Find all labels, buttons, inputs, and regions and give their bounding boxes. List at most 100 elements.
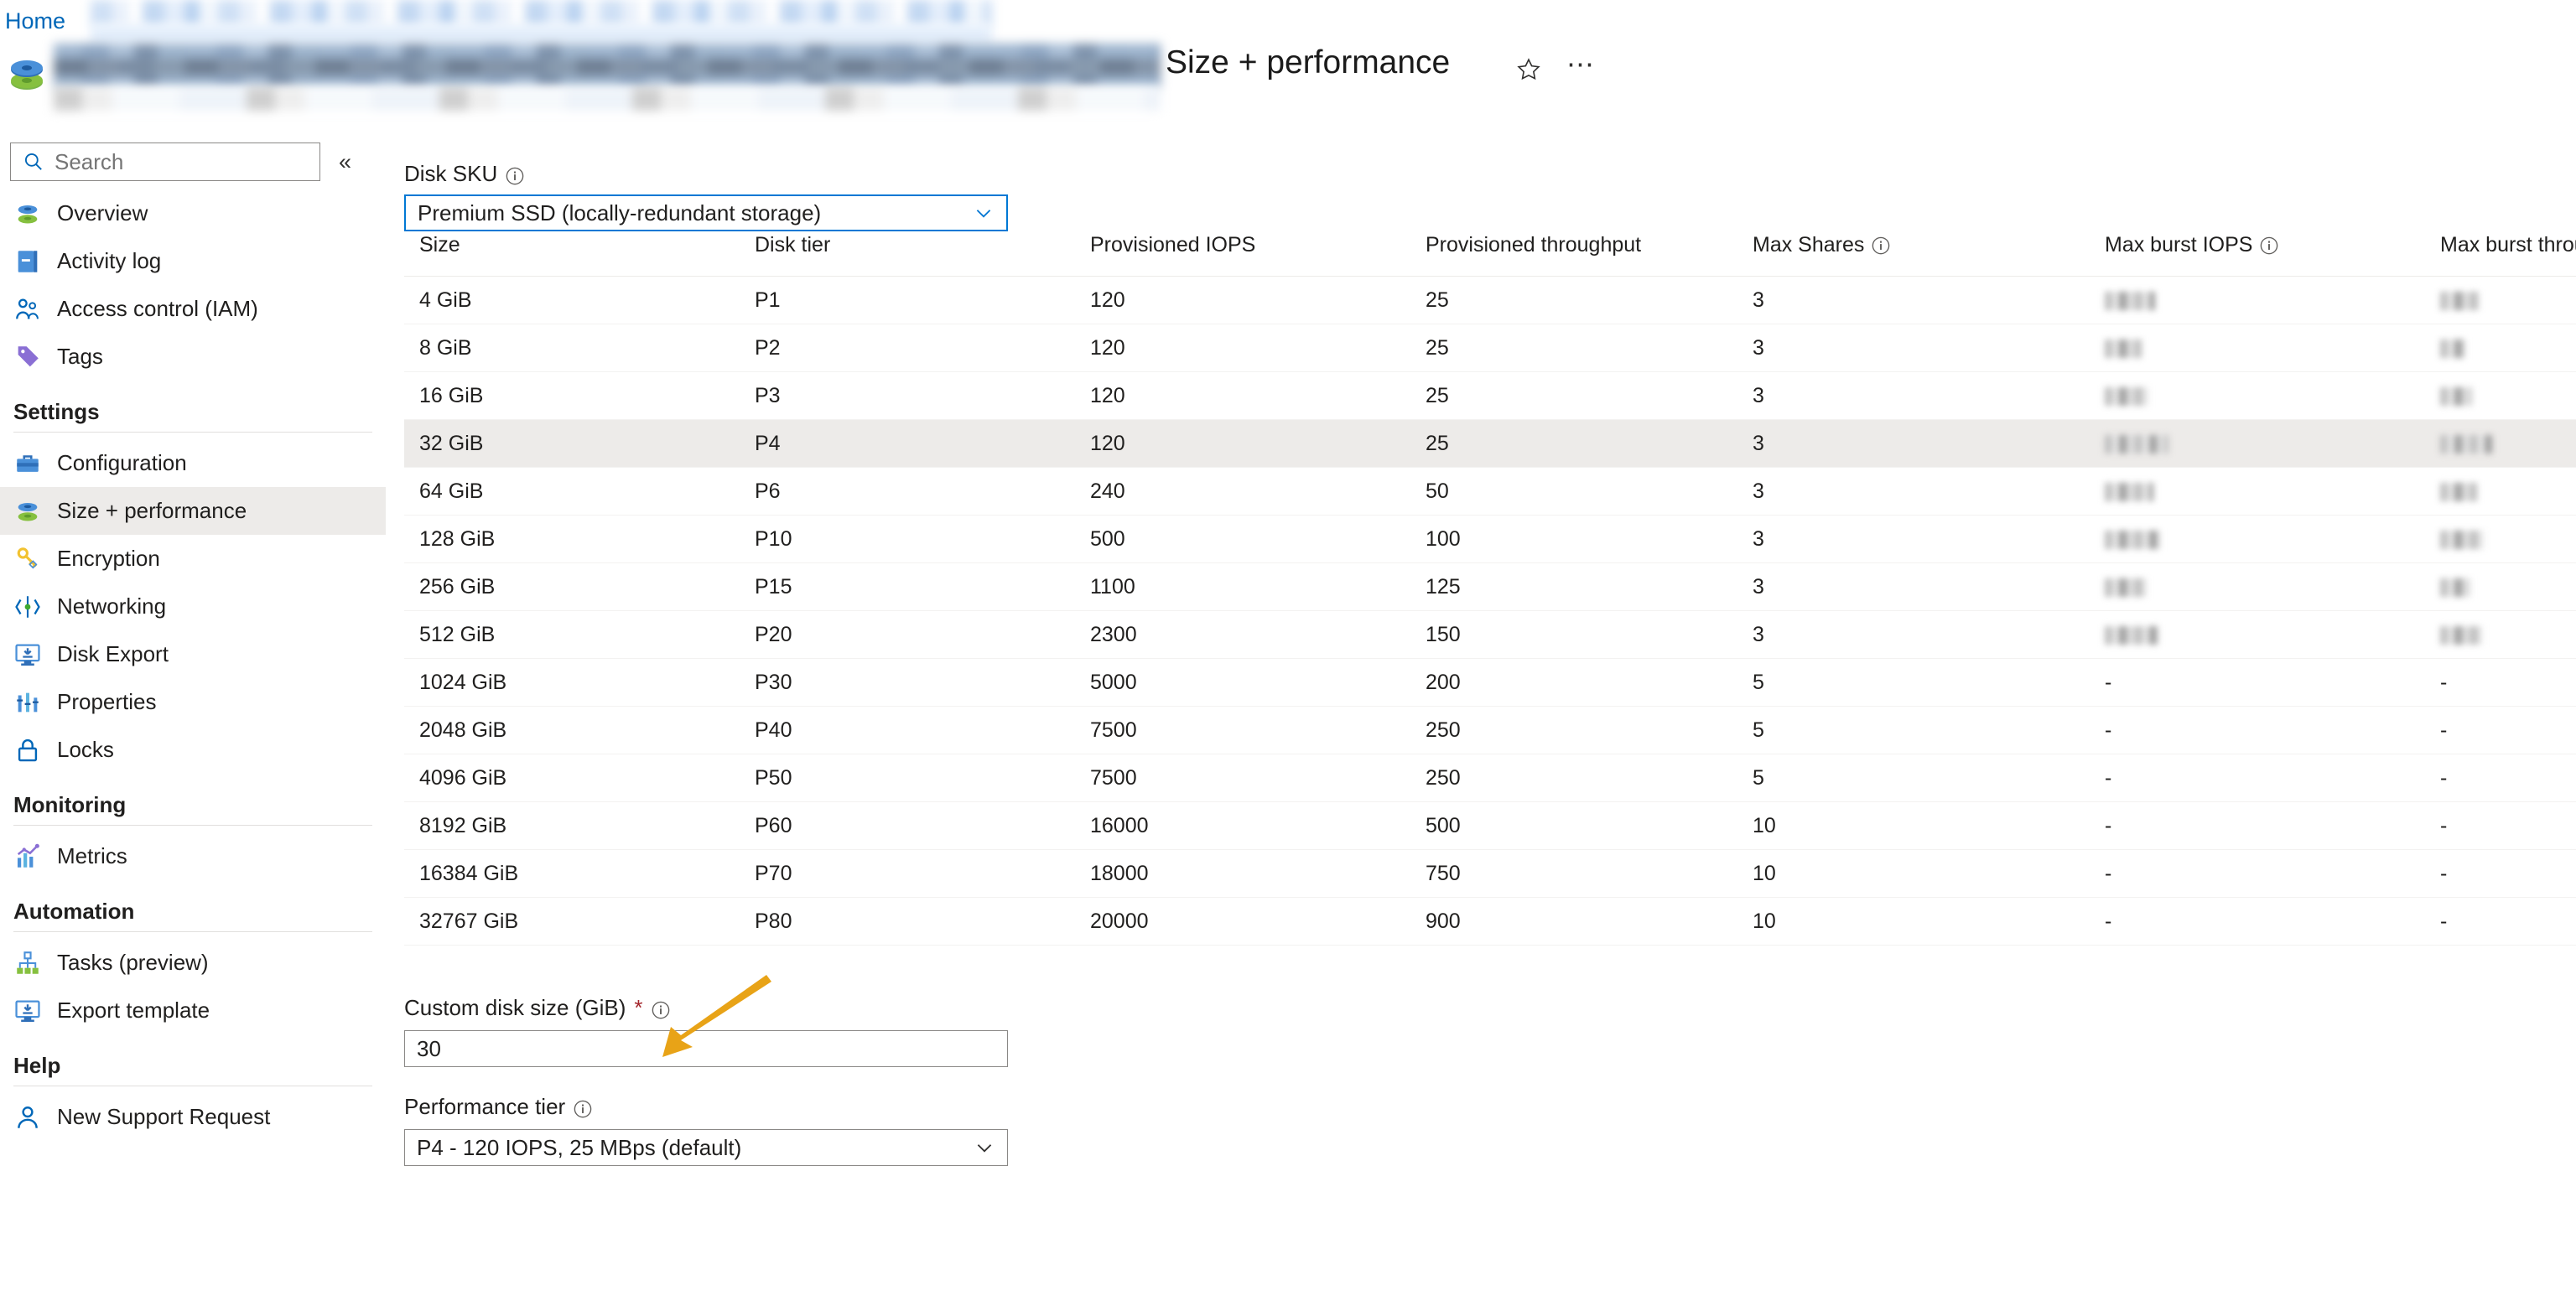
cell-max-burst-iops: - <box>2090 754 2425 802</box>
table-row[interactable]: 4 GiB P1 120 25 3 <box>404 276 2576 324</box>
table-row[interactable]: 512 GiB P20 2300 150 3 <box>404 610 2576 659</box>
cell-size: 4096 GiB <box>404 754 740 802</box>
sidebar-item-new-support-request[interactable]: New Support Request <box>0 1093 386 1141</box>
custom-disk-size-label-group: Custom disk size (GiB) * <box>404 995 670 1021</box>
ellipsis-icon[interactable]: ⋯ <box>1566 50 1596 78</box>
table-header-row: Size Disk tier Provisioned IOPS Provisioned… <box>404 233 2576 277</box>
cell-size: 128 GiB <box>404 515 740 563</box>
table-row[interactable]: 2048 GiB P40 7500 250 5- - <box>404 706 2576 754</box>
cell-max-burst-throughput: - <box>2425 754 2576 802</box>
page-title: Size + performance <box>1166 44 1451 80</box>
table-row[interactable]: 128 GiB P10 500 100 3 <box>404 515 2576 563</box>
sidebar-item-tags[interactable]: Tags <box>0 333 386 381</box>
table-row[interactable]: 16384 GiB P70 18000 750 10- - <box>404 849 2576 898</box>
sidebar-item-access-control-iam[interactable]: Access control (IAM) <box>0 285 386 333</box>
table-row[interactable]: 8 GiB P2 120 25 3 <box>404 324 2576 372</box>
redacted-breadcrumb-path-2 <box>91 25 992 44</box>
cell-provisioned-throughput: 25 <box>1410 324 1737 372</box>
table-row[interactable]: 8192 GiB P60 16000 500 10- - <box>404 801 2576 850</box>
cell-provisioned-iops: 5000 <box>1075 658 1410 707</box>
redacted-value <box>2440 339 2465 358</box>
search-box[interactable] <box>10 143 320 181</box>
cell-max-burst-throughput: - <box>2425 801 2576 850</box>
sidebar-item-networking[interactable]: Networking <box>0 583 386 630</box>
search-input[interactable] <box>53 148 296 176</box>
sidebar-item-locks[interactable]: Locks <box>0 726 386 774</box>
cell-size: 4 GiB <box>404 276 740 324</box>
cell-provisioned-iops: 7500 <box>1075 754 1410 802</box>
cell-max-burst-throughput <box>2425 276 2576 324</box>
sidebar-item-activity-log[interactable]: Activity log <box>0 237 386 285</box>
info-icon[interactable] <box>574 1098 592 1117</box>
cell-provisioned-throughput: 50 <box>1410 467 1737 516</box>
table-row[interactable]: 4096 GiB P50 7500 250 5- - <box>404 754 2576 802</box>
table-row[interactable]: 32767 GiB P80 20000 900 10- - <box>404 897 2576 946</box>
cell-max-shares: 3 <box>1737 562 2090 611</box>
cell-provisioned-throughput: 750 <box>1410 849 1737 898</box>
cell-provisioned-iops: 240 <box>1075 467 1410 516</box>
cell-provisioned-throughput: 25 <box>1410 419 1737 468</box>
column-header-label: Size <box>419 233 460 257</box>
breadcrumb: Home <box>0 7 65 35</box>
sidebar-item-overview[interactable]: Overview <box>0 189 386 237</box>
column-header-label: Provisioned throughput <box>1426 233 1642 257</box>
sidebar-item-disk-export[interactable]: Disk Export <box>0 630 386 678</box>
star-icon[interactable] <box>1516 57 1541 87</box>
sidebar-item-metrics[interactable]: Metrics <box>0 832 386 880</box>
performance-tier-label-group: Performance tier <box>404 1094 592 1120</box>
chevron-down-icon <box>974 1137 995 1158</box>
sidebar-item-properties[interactable]: Properties <box>0 678 386 726</box>
custom-disk-size-input[interactable] <box>404 1030 1008 1067</box>
sidebar-item-label: Tasks (preview) <box>57 950 209 975</box>
custom-disk-size-label: Custom disk size (GiB) <box>404 995 626 1020</box>
table-row[interactable]: 1024 GiB P30 5000 200 5- - <box>404 658 2576 707</box>
cell-provisioned-throughput: 25 <box>1410 371 1737 420</box>
disk-sku-label: Disk SKU <box>404 161 498 186</box>
cell-max-burst-throughput: - <box>2425 849 2576 898</box>
table-row[interactable]: 32 GiB P4 120 25 3 <box>404 419 2576 468</box>
sidebar-item-encryption[interactable]: Encryption <box>0 535 386 583</box>
redacted-value <box>2440 291 2479 310</box>
cell-size: 1024 GiB <box>404 658 740 707</box>
sidebar-nav: Overview Activity log Access control (IAM)… <box>0 189 386 1141</box>
cell-provisioned-throughput: 200 <box>1410 658 1737 707</box>
table-row[interactable]: 256 GiB P15 1100 125 3 <box>404 562 2576 611</box>
sidebar-item-label: Access control (IAM) <box>57 296 258 321</box>
disk-icon <box>13 200 42 228</box>
table-row[interactable]: 16 GiB P3 120 25 3 <box>404 371 2576 420</box>
cell-size: 64 GiB <box>404 467 740 516</box>
info-icon[interactable] <box>506 165 524 184</box>
sidebar-item-size-performance[interactable]: Size + performance <box>0 487 386 535</box>
cell-max-shares: 10 <box>1737 897 2090 946</box>
cell-disk-tier: P40 <box>740 706 1075 754</box>
cell-max-shares: 3 <box>1737 324 2090 372</box>
sidebar-item-tasks-preview[interactable]: Tasks (preview) <box>0 939 386 987</box>
table-column-header: Provisioned throughput <box>1410 233 1737 277</box>
sidebar-item-export-template[interactable]: Export template <box>0 987 386 1034</box>
cell-max-burst-throughput: - <box>2425 706 2576 754</box>
cell-max-burst-iops: - <box>2090 849 2425 898</box>
performance-tier-dropdown[interactable]: P4 - 120 IOPS, 25 MBps (default) <box>404 1129 1008 1166</box>
collapse-sidebar-button[interactable]: « <box>339 151 351 174</box>
cell-disk-tier: P1 <box>740 276 1075 324</box>
table-row[interactable]: 64 GiB P6 240 50 3 <box>404 467 2576 516</box>
cell-max-burst-iops: - <box>2090 801 2425 850</box>
info-icon[interactable] <box>1872 236 1890 255</box>
table-column-header: Provisioned IOPS <box>1075 233 1410 277</box>
cell-max-burst-iops: - <box>2090 897 2425 946</box>
redacted-value <box>2440 434 2492 453</box>
cell-provisioned-iops: 1100 <box>1075 562 1410 611</box>
cell-provisioned-throughput: 25 <box>1410 276 1737 324</box>
metrics-chart-icon <box>13 842 42 871</box>
breadcrumb-home-link[interactable]: Home <box>5 8 65 34</box>
info-icon[interactable] <box>652 999 670 1018</box>
redacted-value <box>2105 339 2142 358</box>
disk-sku-dropdown[interactable]: Premium SSD (locally-redundant storage) <box>404 194 1008 231</box>
sidebar-item-configuration[interactable]: Configuration <box>0 439 386 487</box>
sidebar-item-label: Export template <box>57 998 210 1023</box>
cell-disk-tier: P10 <box>740 515 1075 563</box>
info-icon[interactable] <box>2260 236 2278 255</box>
cell-max-burst-iops <box>2090 371 2425 420</box>
cell-size: 256 GiB <box>404 562 740 611</box>
cell-provisioned-iops: 500 <box>1075 515 1410 563</box>
